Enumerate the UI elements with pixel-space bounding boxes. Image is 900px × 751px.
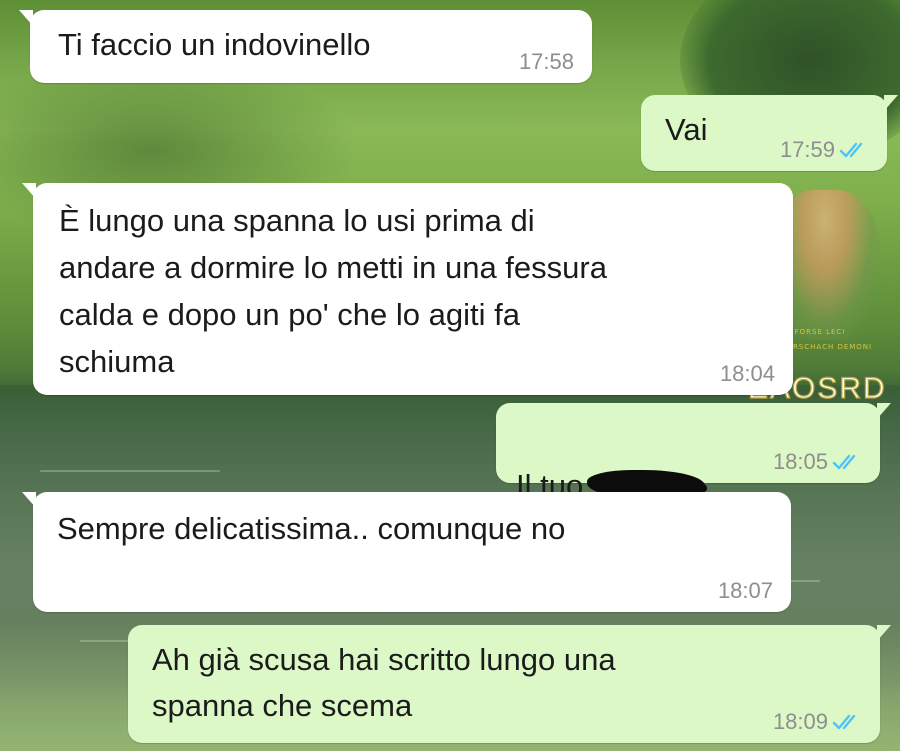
message-time: 18:07 <box>717 578 773 603</box>
message-meta: 18:09 <box>773 709 862 735</box>
message-bubble-incoming[interactable]: Ti faccio un indovinello 17:58 <box>19 10 592 83</box>
message-meta: 18:07 <box>718 578 773 604</box>
message-text: Sempre delicatissima.. comunque no <box>57 511 566 546</box>
message-bubble-outgoing[interactable]: Il tuo 18:05 <box>496 403 891 503</box>
double-check-icon <box>839 142 863 158</box>
message-text: Ti faccio un indovinello <box>58 27 371 62</box>
message-time: 18:04 <box>719 361 775 386</box>
message-bubble-outgoing[interactable]: Vai 17:59 <box>641 95 898 171</box>
message-bubble-incoming[interactable]: È lungo una spanna lo usi prima di andar… <box>22 183 793 395</box>
message-time: 17:59 <box>779 137 835 162</box>
double-check-icon <box>832 714 856 730</box>
wallpaper-ripple <box>40 470 220 472</box>
message-bubble-outgoing[interactable]: Ah già scusa hai scritto lungo una spann… <box>128 625 891 743</box>
double-check-icon <box>832 454 856 470</box>
message-time: 18:09 <box>772 709 828 734</box>
message-meta: 17:58 <box>519 49 574 75</box>
message-meta: 18:05 <box>773 449 862 475</box>
message-text: Vai <box>665 112 708 147</box>
message-bubble-incoming[interactable]: Sempre delicatissima.. comunque no 18:07 <box>22 492 791 612</box>
message-text: Ah già scusa hai scritto lungo una spann… <box>152 642 616 723</box>
message-time: 18:05 <box>772 449 828 474</box>
message-meta: 18:04 <box>720 361 775 387</box>
message-meta: 17:59 <box>780 137 869 163</box>
message-text: È lungo una spanna lo usi prima di andar… <box>59 203 607 379</box>
message-time: 17:58 <box>518 49 574 74</box>
